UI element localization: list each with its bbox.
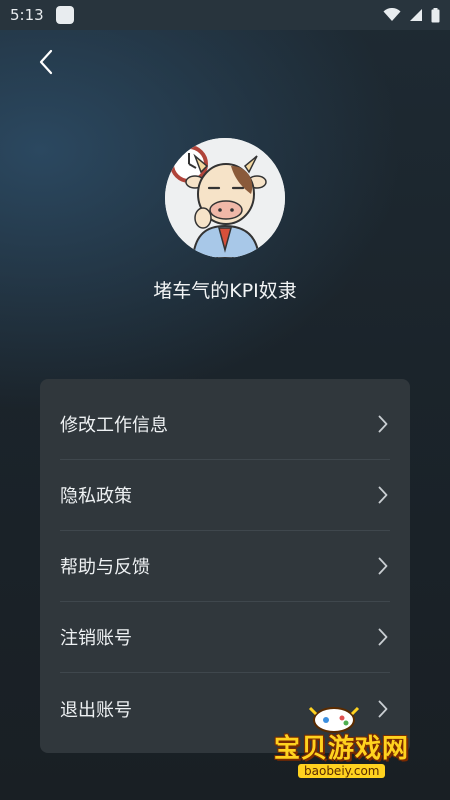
watermark-text: 宝贝游戏网 xyxy=(274,734,410,764)
chevron-right-icon xyxy=(376,556,390,576)
status-time: 5:13 xyxy=(10,6,44,24)
battery-icon xyxy=(431,7,440,22)
chevron-right-icon xyxy=(376,485,390,505)
menu-item-delete-account[interactable]: 注销账号 xyxy=(60,602,390,673)
menu-item-label: 注销账号 xyxy=(60,628,132,649)
menu-item-label: 帮助与反馈 xyxy=(60,557,150,578)
cow-avatar-icon xyxy=(165,138,285,258)
username: 堵车气的KPI奴隶 xyxy=(153,280,297,302)
menu-item-help-feedback[interactable]: 帮助与反馈 xyxy=(60,531,390,602)
status-icons xyxy=(383,7,440,23)
settings-menu: 修改工作信息 隐私政策 帮助与反馈 注销账号 退出账号 xyxy=(40,379,410,753)
back-button[interactable] xyxy=(28,44,64,80)
watermark-url: baobeiy.com xyxy=(298,764,386,778)
chevron-right-icon xyxy=(376,414,390,434)
status-bar: 5:13 xyxy=(0,0,450,30)
menu-item-label: 修改工作信息 xyxy=(60,415,168,436)
chevron-left-icon xyxy=(39,49,53,75)
menu-item-label: 退出账号 xyxy=(60,699,132,721)
wifi-icon xyxy=(383,8,401,21)
signal-icon xyxy=(410,9,422,21)
watermark: 宝贝游戏网 baobeiy.com xyxy=(272,700,422,782)
menu-item-label: 隐私政策 xyxy=(60,486,132,507)
avatar[interactable] xyxy=(165,138,285,258)
chevron-right-icon xyxy=(376,627,390,647)
notification-icon xyxy=(55,6,74,24)
menu-item-privacy-policy[interactable]: 隐私政策 xyxy=(60,460,390,531)
menu-item-edit-work-info[interactable]: 修改工作信息 xyxy=(60,389,390,460)
